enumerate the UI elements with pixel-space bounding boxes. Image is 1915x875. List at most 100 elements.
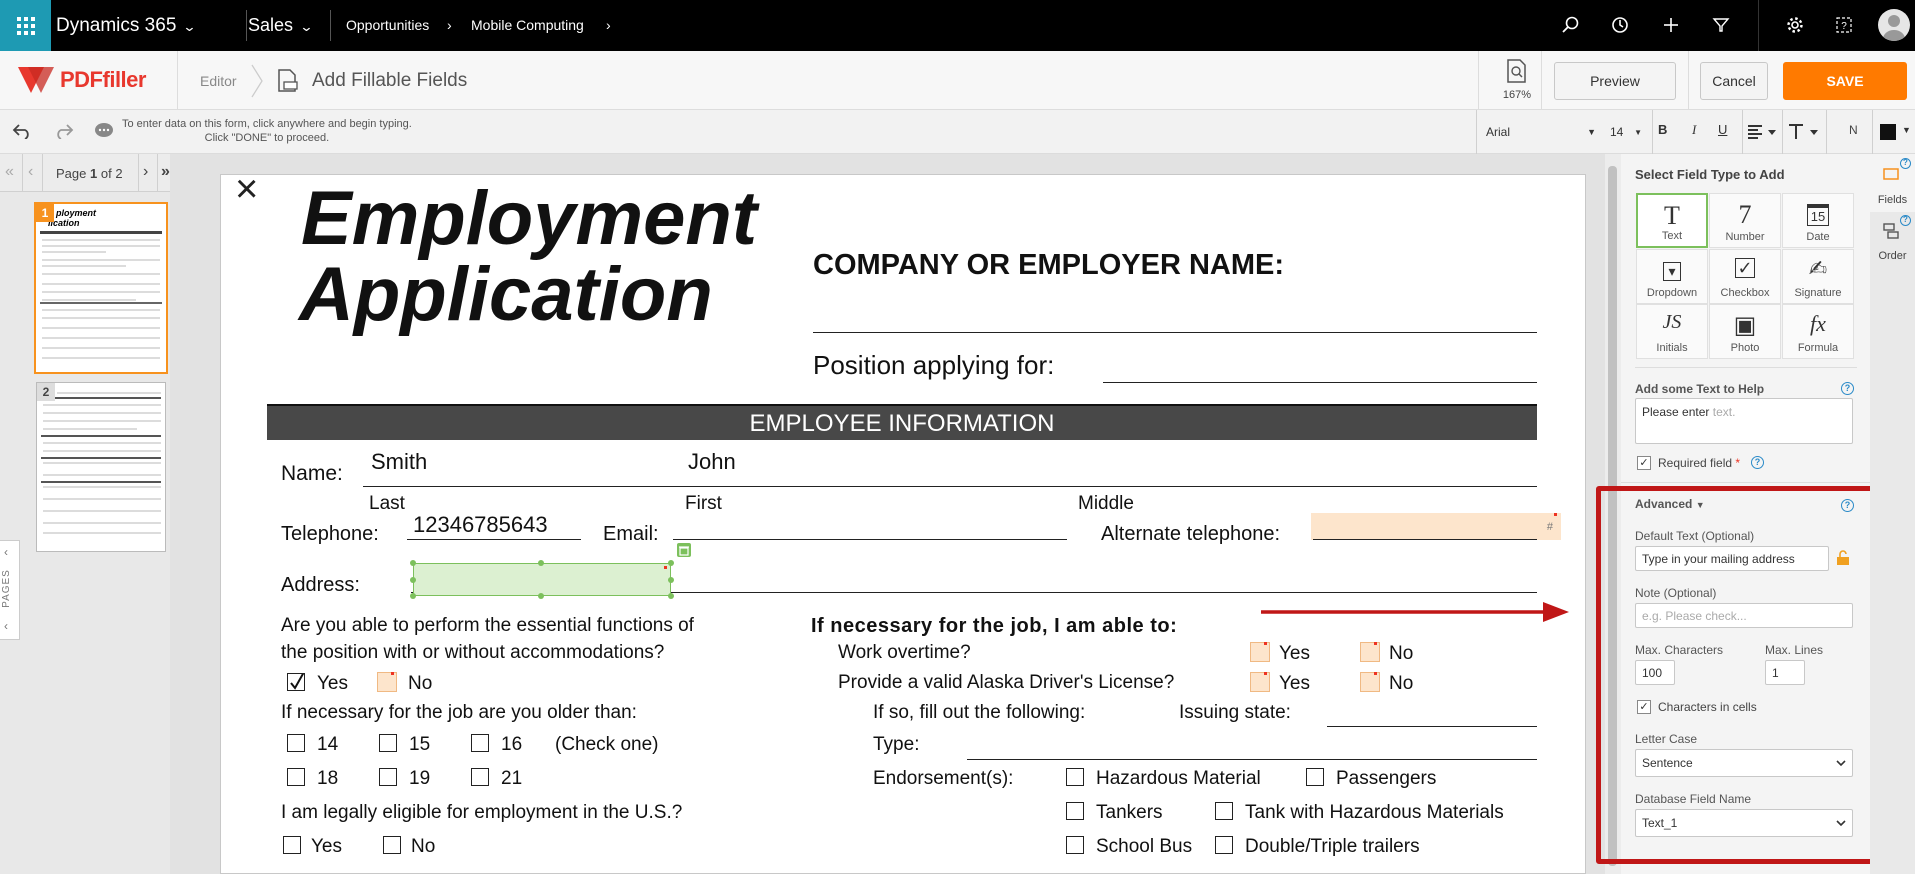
app-name[interactable]: Dynamics 365 ⌄	[56, 0, 197, 51]
help-icon[interactable]: ?	[1832, 13, 1856, 37]
age-14-checkbox[interactable]	[287, 734, 305, 752]
passengers-checkbox[interactable]	[1306, 768, 1324, 786]
italic-button[interactable]: I	[1692, 122, 1696, 138]
field-type-date[interactable]: 15 Date	[1782, 193, 1854, 248]
scrollbar-thumb[interactable]	[1608, 166, 1617, 866]
breadcrumb-mobile-computing[interactable]: Mobile Computing	[471, 0, 584, 51]
eligible-no-checkbox[interactable]	[383, 836, 401, 854]
plus-icon[interactable]	[1659, 13, 1683, 37]
help-icon[interactable]: ?	[1900, 158, 1911, 169]
underline-button[interactable]: U	[1718, 122, 1727, 137]
age-16-checkbox[interactable]	[471, 734, 489, 752]
age-19-checkbox[interactable]	[379, 768, 397, 786]
page-thumbnail-1[interactable]: 1 ployment lication	[34, 202, 168, 374]
help-icon[interactable]: ?	[1751, 456, 1764, 469]
field-type-photo[interactable]: ▣ Photo	[1709, 304, 1781, 359]
max-lines-input[interactable]: 1	[1765, 660, 1805, 685]
first-page-icon[interactable]: «	[5, 163, 14, 181]
field-type-dropdown[interactable]: ▾ Dropdown	[1636, 249, 1708, 304]
double-triple-checkbox[interactable]	[1215, 836, 1233, 854]
field-type-checkbox[interactable]: ✓ Checkbox	[1709, 249, 1781, 304]
age-15-checkbox[interactable]	[379, 734, 397, 752]
pdf-page[interactable]: × Employment Application COMPANY OR EMPL…	[220, 167, 1586, 874]
eligible-yes-checkbox[interactable]	[283, 836, 301, 854]
essential-no-field[interactable]	[377, 672, 397, 692]
license-no-label: No	[1389, 673, 1414, 694]
essential-yes-checkbox[interactable]	[287, 671, 305, 691]
save-button[interactable]: SAVE	[1783, 62, 1907, 100]
help-icon[interactable]: ?	[1841, 382, 1854, 395]
zoom-control[interactable]: 167%	[1500, 59, 1534, 101]
eligible-question: I am legally eligible for employment in …	[281, 802, 683, 823]
area-switcher[interactable]: Sales ⌄	[248, 0, 314, 51]
field-type-text[interactable]: T Text	[1636, 193, 1708, 248]
age-18-checkbox[interactable]	[287, 768, 305, 786]
required-field-checkbox[interactable]: ✓	[1637, 456, 1651, 470]
position-line[interactable]	[1103, 382, 1537, 383]
unlock-icon[interactable]	[1836, 550, 1850, 566]
last-page-icon[interactable]: »	[161, 163, 170, 181]
preview-button[interactable]: Preview	[1554, 62, 1676, 100]
overtime-yes-field[interactable]	[1250, 642, 1270, 662]
page-thumbnail-2[interactable]: 2	[36, 382, 166, 552]
bold-button[interactable]: B	[1658, 122, 1667, 137]
tab-order[interactable]: ? Order	[1870, 212, 1915, 270]
breadcrumb-opportunities[interactable]: Opportunities	[346, 0, 429, 51]
help-text-input[interactable]: Please enter text.	[1635, 398, 1853, 444]
letter-case-select[interactable]: Sentence	[1635, 749, 1853, 777]
app-launcher-icon[interactable]	[0, 0, 51, 51]
license-no-field[interactable]	[1360, 672, 1380, 692]
search-icon[interactable]	[1559, 13, 1583, 37]
school-bus-checkbox[interactable]	[1066, 836, 1084, 854]
telephone-value[interactable]: 12346785643	[413, 512, 548, 538]
alt-telephone-field[interactable]: #	[1311, 513, 1561, 540]
next-page-icon[interactable]: ›	[143, 163, 148, 181]
help-icon[interactable]: ?	[1900, 215, 1911, 226]
field-type-formula[interactable]: fx Formula	[1782, 304, 1854, 359]
default-text-input[interactable]: Type in your mailing address	[1635, 546, 1829, 571]
vertical-align-icon[interactable]	[1788, 123, 1820, 141]
last-name-value[interactable]: Smith	[371, 449, 427, 475]
field-type-number[interactable]: 7 Number	[1709, 193, 1781, 248]
delete-field-icon[interactable]	[677, 543, 691, 557]
align-left-icon[interactable]	[1748, 125, 1778, 139]
gear-icon[interactable]	[1783, 13, 1807, 37]
color-swatch[interactable]	[1880, 124, 1896, 140]
hazardous-checkbox[interactable]	[1066, 768, 1084, 786]
chevron-down-icon[interactable]: ▼	[1902, 125, 1911, 135]
issuing-state-line[interactable]	[1327, 726, 1537, 727]
line-spacing-button[interactable]: N	[1849, 123, 1858, 137]
first-name-value[interactable]: John	[688, 449, 736, 475]
cancel-button[interactable]: Cancel	[1700, 62, 1768, 100]
filter-icon[interactable]	[1709, 13, 1733, 37]
close-icon[interactable]: ×	[235, 167, 258, 212]
company-line[interactable]	[813, 332, 1537, 333]
database-field-select[interactable]: Text_1	[1635, 809, 1853, 837]
tank-hazardous-checkbox[interactable]	[1215, 802, 1233, 820]
tab-fields[interactable]: ? Fields	[1870, 154, 1915, 212]
license-yes-field[interactable]	[1250, 672, 1270, 692]
address-text-field-selected[interactable]	[410, 560, 674, 599]
recent-history-icon[interactable]	[1608, 13, 1632, 37]
overtime-no-field[interactable]	[1360, 642, 1380, 662]
font-family-select[interactable]: Arial ▼	[1480, 121, 1602, 143]
characters-in-cells-checkbox[interactable]: ✓	[1637, 700, 1651, 714]
database-field-label: Database Field Name	[1635, 792, 1752, 806]
address-label: Address:	[281, 574, 360, 596]
field-type-initials[interactable]: JS Initials	[1636, 304, 1708, 359]
note-input[interactable]: e.g. Please check...	[1635, 603, 1853, 628]
tankers-checkbox[interactable]	[1066, 802, 1084, 820]
redo-icon[interactable]	[54, 123, 74, 139]
pages-panel-toggle[interactable]: ‹ PAGES ‹	[0, 540, 20, 640]
avatar[interactable]	[1878, 9, 1910, 41]
help-icon[interactable]: ?	[1841, 499, 1854, 512]
field-type-signature[interactable]: ✍ Signature	[1782, 249, 1854, 304]
font-size-select[interactable]: 14 ▼	[1606, 121, 1646, 143]
editor-breadcrumb[interactable]: Editor	[200, 73, 237, 89]
max-characters-input[interactable]: 100	[1635, 660, 1675, 685]
type-line[interactable]	[967, 759, 1537, 760]
advanced-toggle[interactable]: Advanced ▼	[1635, 497, 1705, 511]
undo-icon[interactable]	[12, 123, 32, 139]
age-21-checkbox[interactable]	[471, 768, 489, 786]
prev-page-icon[interactable]: ‹	[28, 163, 33, 181]
